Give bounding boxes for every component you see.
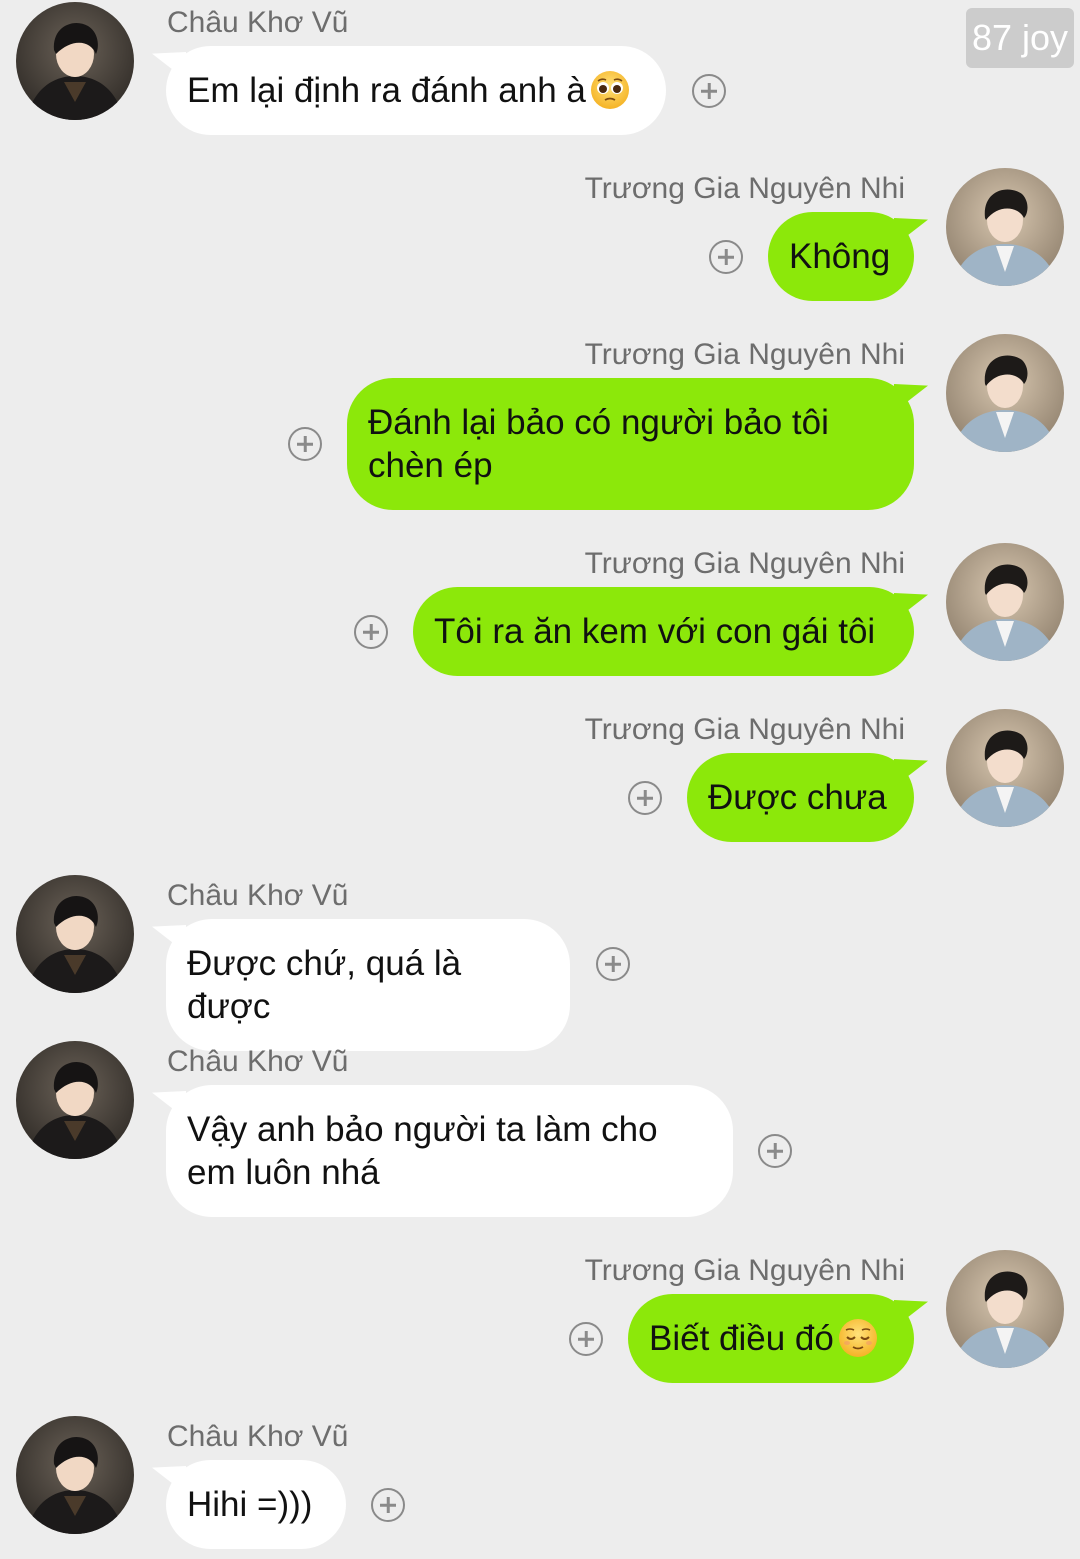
relieved-face-icon (838, 1318, 878, 1358)
avatar-truong-gia-nguyen-nhi[interactable] (946, 709, 1064, 827)
message-text: Hihi =))) (187, 1485, 313, 1524)
sender-name: Châu Khơ Vũ (167, 1045, 349, 1078)
add-reaction-icon[interactable] (371, 1488, 405, 1522)
avatar-truong-gia-nguyen-nhi[interactable] (946, 543, 1064, 661)
add-reaction-icon[interactable] (758, 1134, 792, 1168)
message-text: Được chưa (708, 778, 887, 817)
message-text: Biết điều đó (649, 1319, 834, 1358)
add-reaction-icon[interactable] (709, 240, 743, 274)
sender-name: Trương Gia Nguyên Nhi (584, 547, 905, 580)
sender-name: Châu Khơ Vũ (167, 1420, 349, 1453)
message-bubble[interactable]: Hihi =))) (166, 1460, 346, 1549)
sender-name: Trương Gia Nguyên Nhi (584, 172, 905, 205)
message-text: Không (789, 237, 891, 276)
message-bubble[interactable]: Không (768, 212, 914, 301)
message-bubble[interactable]: Đánh lại bảo có người bảo tôi chèn ép (347, 378, 914, 510)
message-text: Được chứ, quá là được (187, 944, 462, 1026)
sender-name: Trương Gia Nguyên Nhi (584, 338, 905, 371)
add-reaction-icon[interactable] (692, 74, 726, 108)
sender-name: Trương Gia Nguyên Nhi (584, 713, 905, 746)
sender-name: Châu Khơ Vũ (167, 879, 349, 912)
message-bubble[interactable]: Được chưa (687, 753, 914, 842)
message-bubble[interactable]: Vậy anh bảo người ta làm cho em luôn nhá (166, 1085, 733, 1217)
add-reaction-icon[interactable] (354, 615, 388, 649)
avatar-chau-kho-vu[interactable] (16, 875, 134, 993)
message-text: Em lại định ra đánh anh à (187, 71, 586, 110)
pleading-face-icon (590, 70, 630, 110)
add-reaction-icon[interactable] (628, 781, 662, 815)
chat-thread[interactable]: 87 joy Châu Khơ Vũ Em lại định ra đánh a… (0, 0, 1080, 1559)
message-text: Tôi ra ăn kem với con gái tôi (434, 612, 876, 651)
message-bubble[interactable]: Được chứ, quá là được (166, 919, 570, 1051)
watermark: 87 joy (966, 8, 1074, 68)
message-bubble[interactable]: Tôi ra ăn kem với con gái tôi (413, 587, 914, 676)
message-bubble[interactable]: Biết điều đó (628, 1294, 914, 1383)
add-reaction-icon[interactable] (596, 947, 630, 981)
avatar-chau-kho-vu[interactable] (16, 1041, 134, 1159)
avatar-truong-gia-nguyen-nhi[interactable] (946, 334, 1064, 452)
avatar-chau-kho-vu[interactable] (16, 2, 134, 120)
sender-name: Châu Khơ Vũ (167, 6, 349, 39)
sender-name: Trương Gia Nguyên Nhi (584, 1254, 905, 1287)
add-reaction-icon[interactable] (288, 427, 322, 461)
add-reaction-icon[interactable] (569, 1322, 603, 1356)
message-bubble[interactable]: Em lại định ra đánh anh à (166, 46, 666, 135)
avatar-truong-gia-nguyen-nhi[interactable] (946, 1250, 1064, 1368)
message-text: Đánh lại bảo có người bảo tôi chèn ép (368, 403, 829, 485)
message-text: Vậy anh bảo người ta làm cho em luôn nhá (187, 1110, 658, 1192)
avatar-truong-gia-nguyen-nhi[interactable] (946, 168, 1064, 286)
avatar-chau-kho-vu[interactable] (16, 1416, 134, 1534)
